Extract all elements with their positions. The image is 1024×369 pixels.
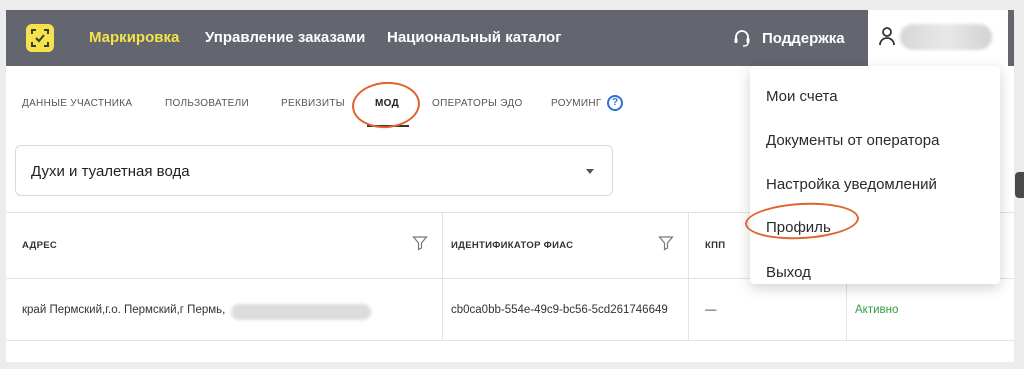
table-cell-fias: cb0ca0bb-554e-49c9-bc56-5cd261746649 [443,279,689,341]
status-badge: Активно [855,304,899,316]
annotation-circle-mod [350,79,422,131]
menu-item-operator-documents[interactable]: Документы от оператора [766,132,939,149]
select-value: Духи и туалетная вода [31,163,190,180]
address-redacted [231,304,371,320]
user-menu-button[interactable] [868,10,1008,66]
support-button[interactable]: Поддержка [732,27,845,49]
tab-edo-operators[interactable]: ОПЕРАТОРЫ ЭДО [432,98,523,109]
header-label: КПП [705,240,726,251]
product-group-select[interactable]: Духи и туалетная вода [15,145,613,196]
nav-marking[interactable]: Маркировка [89,29,179,46]
headset-icon [734,30,750,47]
filter-icon[interactable] [658,235,674,251]
tab-users[interactable]: ПОЛЬЗОВАТЕЛИ [165,98,249,109]
column-header-fias[interactable]: ИДЕНТИФИКАТОР ФИАС [443,213,689,279]
chevron-down-icon [586,169,594,174]
column-header-address[interactable]: АДРЕС [6,213,443,279]
menu-item-logout[interactable]: Выход [766,264,811,281]
user-name-redacted [900,24,992,50]
help-icon[interactable]: ? [607,95,623,111]
address-text: край Пермский,г.о. Пермский,г Пермь, [22,304,226,316]
filter-icon[interactable] [412,235,428,251]
tab-participant-data[interactable]: ДАННЫЕ УЧАСТНИКА [22,98,132,109]
user-icon [879,27,895,46]
top-navigation-bar: Маркировка Управление заказами Националь… [6,10,1014,66]
tab-requisites[interactable]: РЕКВИЗИТЫ [281,98,345,109]
nav-order-management[interactable]: Управление заказами [205,29,365,46]
app-window: Маркировка Управление заказами Националь… [6,10,1014,362]
table-cell-address: край Пермский,г.о. Пермский,г Пермь, [6,279,443,341]
table-cell-status: Активно [847,279,1014,341]
menu-item-my-accounts[interactable]: Мои счета [766,88,838,105]
user-dropdown-menu: Мои счета Документы от оператора Настрой… [750,66,1000,284]
tab-roaming[interactable]: РОУМИНГ [551,98,602,109]
fias-text: cb0ca0bb-554e-49c9-bc56-5cd261746649 [451,304,668,316]
menu-item-notification-settings[interactable]: Настройка уведомлений [766,176,937,193]
side-panel-handle[interactable] [1015,172,1024,198]
logo-icon [31,29,49,47]
support-label: Поддержка [762,29,845,47]
kpp-text: — [705,304,717,316]
header-label: ИДЕНТИФИКАТОР ФИАС [451,240,574,251]
header-label: АДРЕС [22,240,58,251]
app-logo[interactable] [26,24,54,52]
table-cell-kpp: — [689,279,847,341]
nav-national-catalog[interactable]: Национальный каталог [387,29,561,46]
